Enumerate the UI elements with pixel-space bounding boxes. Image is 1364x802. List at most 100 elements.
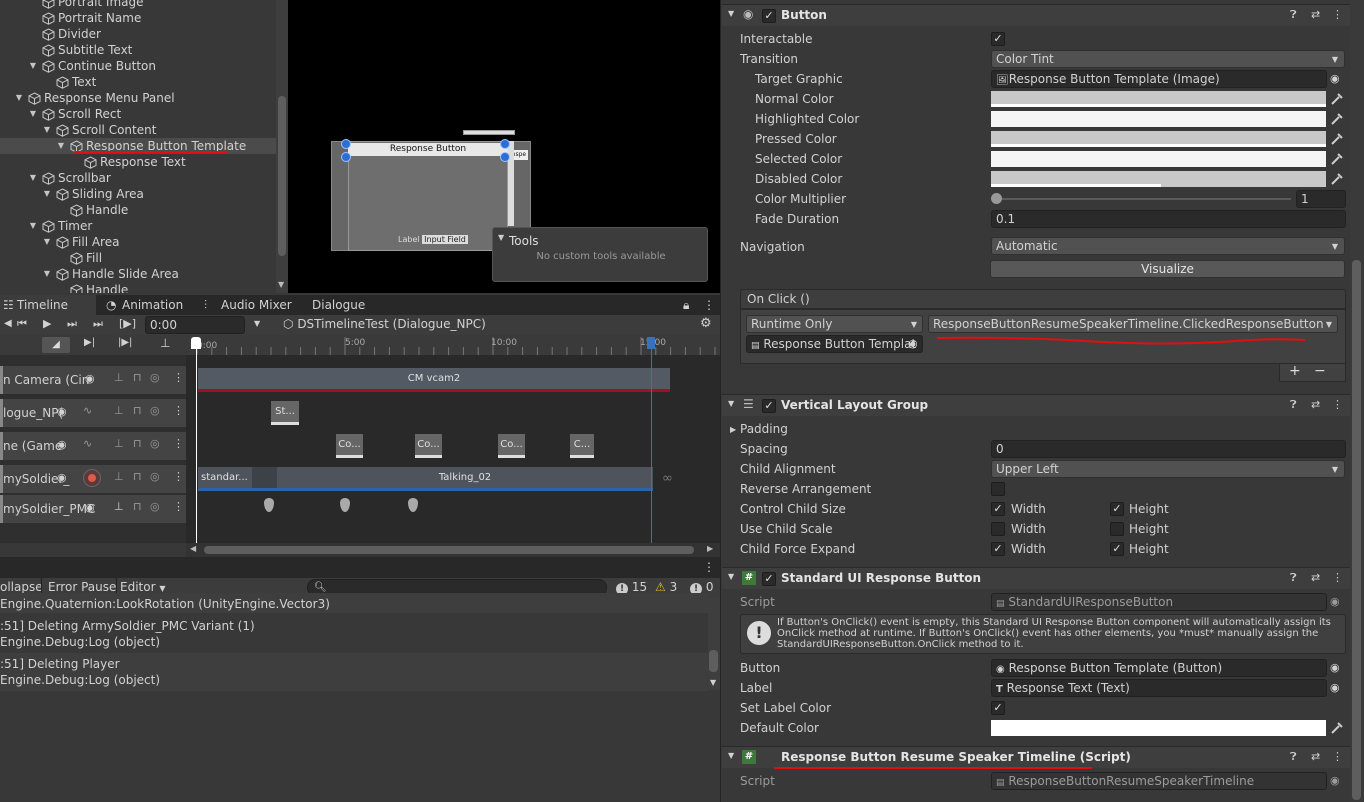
foldout-arrow-icon[interactable]: ▼ xyxy=(42,234,52,250)
time-field[interactable]: 0:00 xyxy=(145,316,245,334)
foldout-arrow-icon[interactable]: ▼ xyxy=(42,122,52,138)
std-response-button-header[interactable]: ▼ # ✓ Standard UI Response Button ❓︎ ⇄ ⋮ xyxy=(722,567,1350,589)
reverse-arrangement-checkbox[interactable] xyxy=(991,482,1005,496)
clip-co-1[interactable]: Co... xyxy=(336,434,363,458)
step-back-icon[interactable]: ◀ xyxy=(4,318,12,329)
hierarchy-item[interactable]: Portrait Name xyxy=(0,10,276,26)
warn-count[interactable]: ⚠ 3 xyxy=(655,580,677,594)
help-icon[interactable]: ❓︎ xyxy=(1290,8,1297,22)
foldout-arrow-icon[interactable]: ▼ xyxy=(728,9,734,18)
foldout-arrow-icon[interactable]: ▼ xyxy=(728,751,734,760)
normal-color-swatch[interactable] xyxy=(991,91,1326,107)
object-picker-icon[interactable]: ◉ xyxy=(1330,72,1340,85)
spacing-field[interactable]: 0 xyxy=(991,440,1346,458)
timeline-h-scroll-thumb[interactable] xyxy=(204,546,694,554)
clip-co-2[interactable]: Co... xyxy=(415,434,442,458)
signal-marker[interactable] xyxy=(408,498,418,512)
track-header[interactable]: n Camera (Cin ◉ ⊥ ⊓ ◎ ⋮ xyxy=(0,366,186,394)
foldout-arrow-icon[interactable]: ▼ xyxy=(42,186,52,202)
eye-icon[interactable]: ◎ xyxy=(150,500,160,513)
target-icon[interactable]: ◉ xyxy=(57,471,67,484)
button-object-field[interactable]: ◉ Response Button Template (Button) xyxy=(991,659,1327,677)
hierarchy-item[interactable]: ▼ Handle Slide Area xyxy=(0,266,276,282)
remove-listener-button[interactable]: − xyxy=(1314,363,1326,379)
target-icon[interactable]: ◉ xyxy=(85,372,95,385)
clip-cm-vcam2[interactable]: CM vcam2 xyxy=(198,368,670,392)
hierarchy-item[interactable]: Handle xyxy=(0,282,276,293)
track-cinemachine[interactable]: n Camera (Cin ◉ ⊥ ⊓ ◎ ⋮ CM vcam2 xyxy=(0,365,720,395)
hierarchy-item[interactable]: Portrait Image xyxy=(0,0,276,10)
component-menu-icon[interactable]: ⋮ xyxy=(1332,398,1343,411)
vlg-enabled-checkbox[interactable]: ✓ xyxy=(762,399,776,413)
foldout-arrow-icon[interactable]: ▼ xyxy=(42,266,52,282)
next-frame-icon[interactable]: ⏭ xyxy=(67,317,77,331)
object-picker-icon[interactable]: ◉ xyxy=(1330,681,1340,694)
component-menu-icon[interactable]: ⋮ xyxy=(1332,571,1343,584)
clip-edit-icon[interactable]: ▶| xyxy=(84,337,95,348)
disabled-color-swatch[interactable] xyxy=(991,171,1326,187)
expand-width-checkbox[interactable]: ✓ xyxy=(991,542,1005,556)
scene-anchor-handle[interactable] xyxy=(341,152,351,162)
expand-height-checkbox[interactable]: ✓ xyxy=(1110,542,1124,556)
eyedropper-icon[interactable] xyxy=(1328,130,1346,148)
track-menu-icon[interactable]: ⋮ xyxy=(173,470,184,483)
curve-icon[interactable]: ∿ xyxy=(83,404,92,417)
eyedropper-icon[interactable] xyxy=(1328,719,1346,737)
hierarchy-item[interactable]: Subtitle Text xyxy=(0,42,276,58)
track-dialogue[interactable]: logue_NP( ◉ ∿ ⊥ ⊓ ◎ ⋮ St... xyxy=(0,398,720,428)
hierarchy-item[interactable]: ▼ Response Menu Panel xyxy=(0,90,276,106)
object-picker-icon[interactable]: ◉ xyxy=(1330,661,1340,674)
track-menu-icon[interactable]: ⋮ xyxy=(173,371,184,384)
onclick-object-field[interactable]: ▤ Response Button Templat xyxy=(746,335,923,353)
signal-marker[interactable] xyxy=(340,498,350,512)
clip-blend[interactable] xyxy=(252,467,277,491)
child-alignment-dropdown[interactable]: Upper Left ▼ xyxy=(991,460,1345,478)
object-picker-icon[interactable]: ◉ xyxy=(908,337,918,350)
foldout-arrow-icon[interactable]: ▼ xyxy=(28,58,38,74)
eyedropper-icon[interactable] xyxy=(1328,150,1346,168)
scene-anchor-handle[interactable] xyxy=(500,152,510,162)
pin-icon[interactable]: ⊥ xyxy=(114,404,124,417)
hierarchy-item[interactable]: ▼ Continue Button xyxy=(0,58,276,74)
track-game[interactable]: ne (Game ◉ ∿ ⊥ ⊓ ◎ ⋮ Co... Co... Co... C… xyxy=(0,431,720,461)
clip-talking-02[interactable]: Talking_02 xyxy=(277,467,653,491)
tab-dialogue[interactable]: Dialogue xyxy=(312,295,365,315)
hierarchy-item[interactable]: ▼ Scrollbar xyxy=(0,170,276,186)
inspector-scrollbar[interactable] xyxy=(1350,0,1364,802)
clip-standard[interactable]: standar... xyxy=(198,467,252,491)
help-icon[interactable]: ❓︎ xyxy=(1290,571,1297,585)
end-marker-line[interactable] xyxy=(651,337,652,543)
lock-icon[interactable]: ⊓ xyxy=(133,437,142,450)
eyedropper-icon[interactable] xyxy=(1328,170,1346,188)
scroll-down-icon[interactable]: ▼ xyxy=(278,280,284,289)
navigation-dropdown[interactable]: Automatic ▼ xyxy=(991,237,1345,255)
console-scrollbar[interactable]: ▼ xyxy=(708,598,720,690)
function-dropdown[interactable]: ResponseButtonResumeSpeakerTimeline.Clic… xyxy=(928,315,1338,333)
pin-icon[interactable]: ⊥ xyxy=(114,500,124,513)
play-range-icon[interactable]: [▶] xyxy=(119,317,136,330)
end-marker-handle[interactable] xyxy=(647,337,655,349)
curve-icon[interactable]: ∿ xyxy=(83,437,92,450)
eye-icon[interactable]: ◎ xyxy=(150,470,160,483)
fade-duration-field[interactable]: 0.1 xyxy=(991,210,1346,228)
hierarchy-item[interactable]: ▼ Scroll Rect xyxy=(0,106,276,122)
help-icon[interactable]: ❓︎ xyxy=(1290,750,1297,764)
lock-icon[interactable]: 🔒︎ xyxy=(683,295,689,315)
hierarchy-item[interactable]: ▼ Timer xyxy=(0,218,276,234)
eye-icon[interactable]: ◎ xyxy=(150,371,160,384)
label-object-field[interactable]: T Response Text (Text) xyxy=(991,679,1327,697)
console-row[interactable]: :51] Deleting Player Engine.Debug:Log (o… xyxy=(0,653,708,691)
track-menu-icon[interactable]: ⋮ xyxy=(173,404,184,417)
settings-gear-icon[interactable]: ⚙ xyxy=(700,316,712,331)
scroll-left-icon[interactable]: ◀ xyxy=(190,544,196,553)
control-height-checkbox[interactable]: ✓ xyxy=(1110,502,1124,516)
pin-icon[interactable]: ⊥ xyxy=(114,371,124,384)
console-row[interactable]: Engine.Quaternion:LookRotation (UnityEng… xyxy=(0,593,708,613)
presets-icon[interactable]: ⇄ xyxy=(1311,8,1320,21)
selected-color-swatch[interactable] xyxy=(991,151,1326,167)
eye-icon[interactable]: ◎ xyxy=(150,404,160,417)
lock-icon[interactable]: ⊓ xyxy=(133,470,142,483)
runtime-dropdown[interactable]: Runtime Only ▼ xyxy=(746,315,923,333)
component-menu-icon[interactable]: ⋮ xyxy=(1332,8,1343,21)
scene-view[interactable]: Response Button Inspe Label Input Field … xyxy=(288,0,720,293)
